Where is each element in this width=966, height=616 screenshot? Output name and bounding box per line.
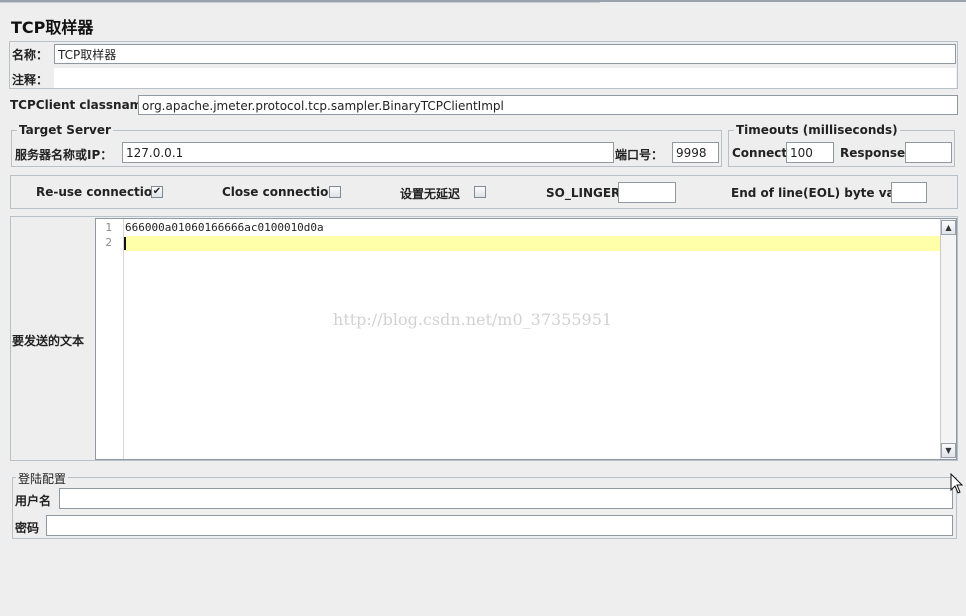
line-number-gutter	[96, 219, 124, 459]
mouse-pointer-icon	[950, 473, 964, 494]
window-top-highlight	[0, 2, 600, 3]
nodelay-label: 设置无延迟	[400, 187, 461, 201]
port-input[interactable]: 9998	[672, 142, 719, 163]
host-label: 服务器名称或IP：	[15, 148, 113, 162]
login-config-legend: 登陆配置	[16, 470, 69, 487]
name-label: 名称：	[12, 48, 49, 62]
nodelay-checkbox[interactable]	[474, 186, 486, 198]
response-input[interactable]	[905, 142, 952, 163]
response-label: Response:	[840, 146, 910, 160]
port-label: 端口号：	[615, 148, 664, 162]
password-input[interactable]	[46, 515, 953, 536]
current-line-highlight	[125, 236, 940, 251]
request-text-editor[interactable]: 1 2 666000a01060166666ac0100010d0a ▲ ▼	[95, 218, 957, 460]
watermark-text: http://blog.csdn.net/m0_37355951	[333, 310, 613, 329]
host-input[interactable]: 127.0.0.1	[122, 142, 614, 163]
close-connection-label: Close connection	[222, 185, 337, 199]
username-input[interactable]	[59, 488, 953, 509]
so-linger-label: SO_LINGER:	[546, 186, 626, 200]
code-line: 666000a01060166666ac0100010d0a	[125, 221, 324, 234]
scroll-up-icon[interactable]: ▲	[941, 220, 956, 235]
reuse-connection-checkbox[interactable]: ✔	[151, 186, 163, 198]
classname-label: TCPClient classname:	[10, 98, 156, 112]
timeouts-legend: Timeouts (milliseconds)	[734, 123, 900, 137]
line-number: 1	[105, 221, 112, 234]
password-label: 密码	[15, 521, 40, 535]
page-title: TCP取样器	[11, 18, 94, 37]
text-to-send-label: 要发送的文本	[12, 334, 85, 348]
connect-input[interactable]: 100	[786, 142, 834, 163]
comment-label: 注释：	[12, 73, 49, 87]
scroll-down-icon[interactable]: ▼	[941, 443, 956, 458]
username-label: 用户名	[15, 494, 52, 508]
name-input[interactable]: TCP取样器	[54, 44, 956, 64]
line-number: 2	[105, 236, 112, 249]
classname-input[interactable]: org.apache.jmeter.protocol.tcp.sampler.B…	[138, 95, 958, 115]
eol-byte-input[interactable]	[891, 182, 927, 203]
vertical-scrollbar[interactable]	[940, 219, 956, 459]
connect-label: Connect:	[732, 146, 792, 160]
text-caret	[124, 237, 126, 250]
so-linger-input[interactable]	[618, 182, 676, 203]
target-server-legend: Target Server	[17, 123, 113, 137]
reuse-connection-label: Re-use connection	[36, 185, 161, 199]
comment-input[interactable]	[54, 68, 956, 88]
close-connection-checkbox[interactable]	[329, 186, 341, 198]
